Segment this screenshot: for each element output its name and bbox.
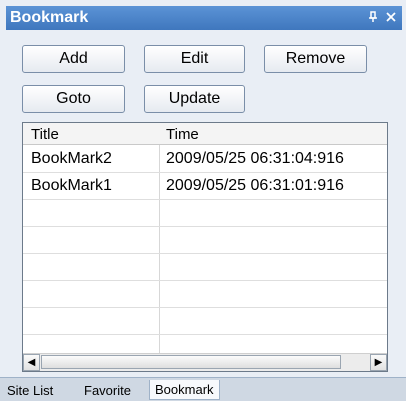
edit-button[interactable]: Edit (144, 45, 245, 73)
column-header-title[interactable]: Title (31, 126, 59, 143)
list-item[interactable]: BookMark1 2009/05/25 06:31:01:916 (23, 173, 387, 200)
scroll-left-arrow-icon[interactable]: ◀ (23, 354, 40, 371)
empty-row (23, 308, 387, 335)
list-header: Title Time (23, 123, 387, 145)
scroll-thumb[interactable] (41, 355, 341, 369)
empty-row (23, 281, 387, 308)
bookmark-panel: Bookmark Add Edit Remove Goto Update Tit… (0, 0, 406, 401)
remove-button[interactable]: Remove (264, 45, 367, 73)
close-icon[interactable] (386, 11, 396, 26)
panel-titlebar: Bookmark (6, 6, 402, 30)
bookmark-title: BookMark1 (31, 177, 112, 194)
bookmark-title: BookMark2 (31, 150, 112, 167)
list-item[interactable]: BookMark2 2009/05/25 06:31:04:916 (23, 146, 387, 173)
pin-icon[interactable] (368, 10, 378, 26)
tab-site-list[interactable]: Site List (2, 380, 58, 400)
empty-row (23, 227, 387, 254)
add-button[interactable]: Add (22, 45, 125, 73)
horizontal-scrollbar[interactable]: ◀ ▶ (23, 353, 387, 371)
tab-bookmark[interactable]: Bookmark (149, 380, 220, 400)
update-button[interactable]: Update (144, 85, 245, 113)
tab-favorite[interactable]: Favorite (79, 380, 136, 400)
bookmark-list[interactable]: Title Time BookMark2 2009/05/25 06:31:04… (22, 122, 388, 372)
panel-tabbar: Site List Favorite Bookmark (0, 377, 406, 401)
bookmark-time: 2009/05/25 06:31:04:916 (166, 150, 344, 167)
empty-row (23, 200, 387, 227)
column-header-time[interactable]: Time (166, 126, 199, 143)
bookmark-time: 2009/05/25 06:31:01:916 (166, 177, 344, 194)
scroll-right-arrow-icon[interactable]: ▶ (370, 354, 387, 371)
panel-title: Bookmark (10, 9, 89, 26)
empty-row (23, 254, 387, 281)
goto-button[interactable]: Goto (22, 85, 125, 113)
